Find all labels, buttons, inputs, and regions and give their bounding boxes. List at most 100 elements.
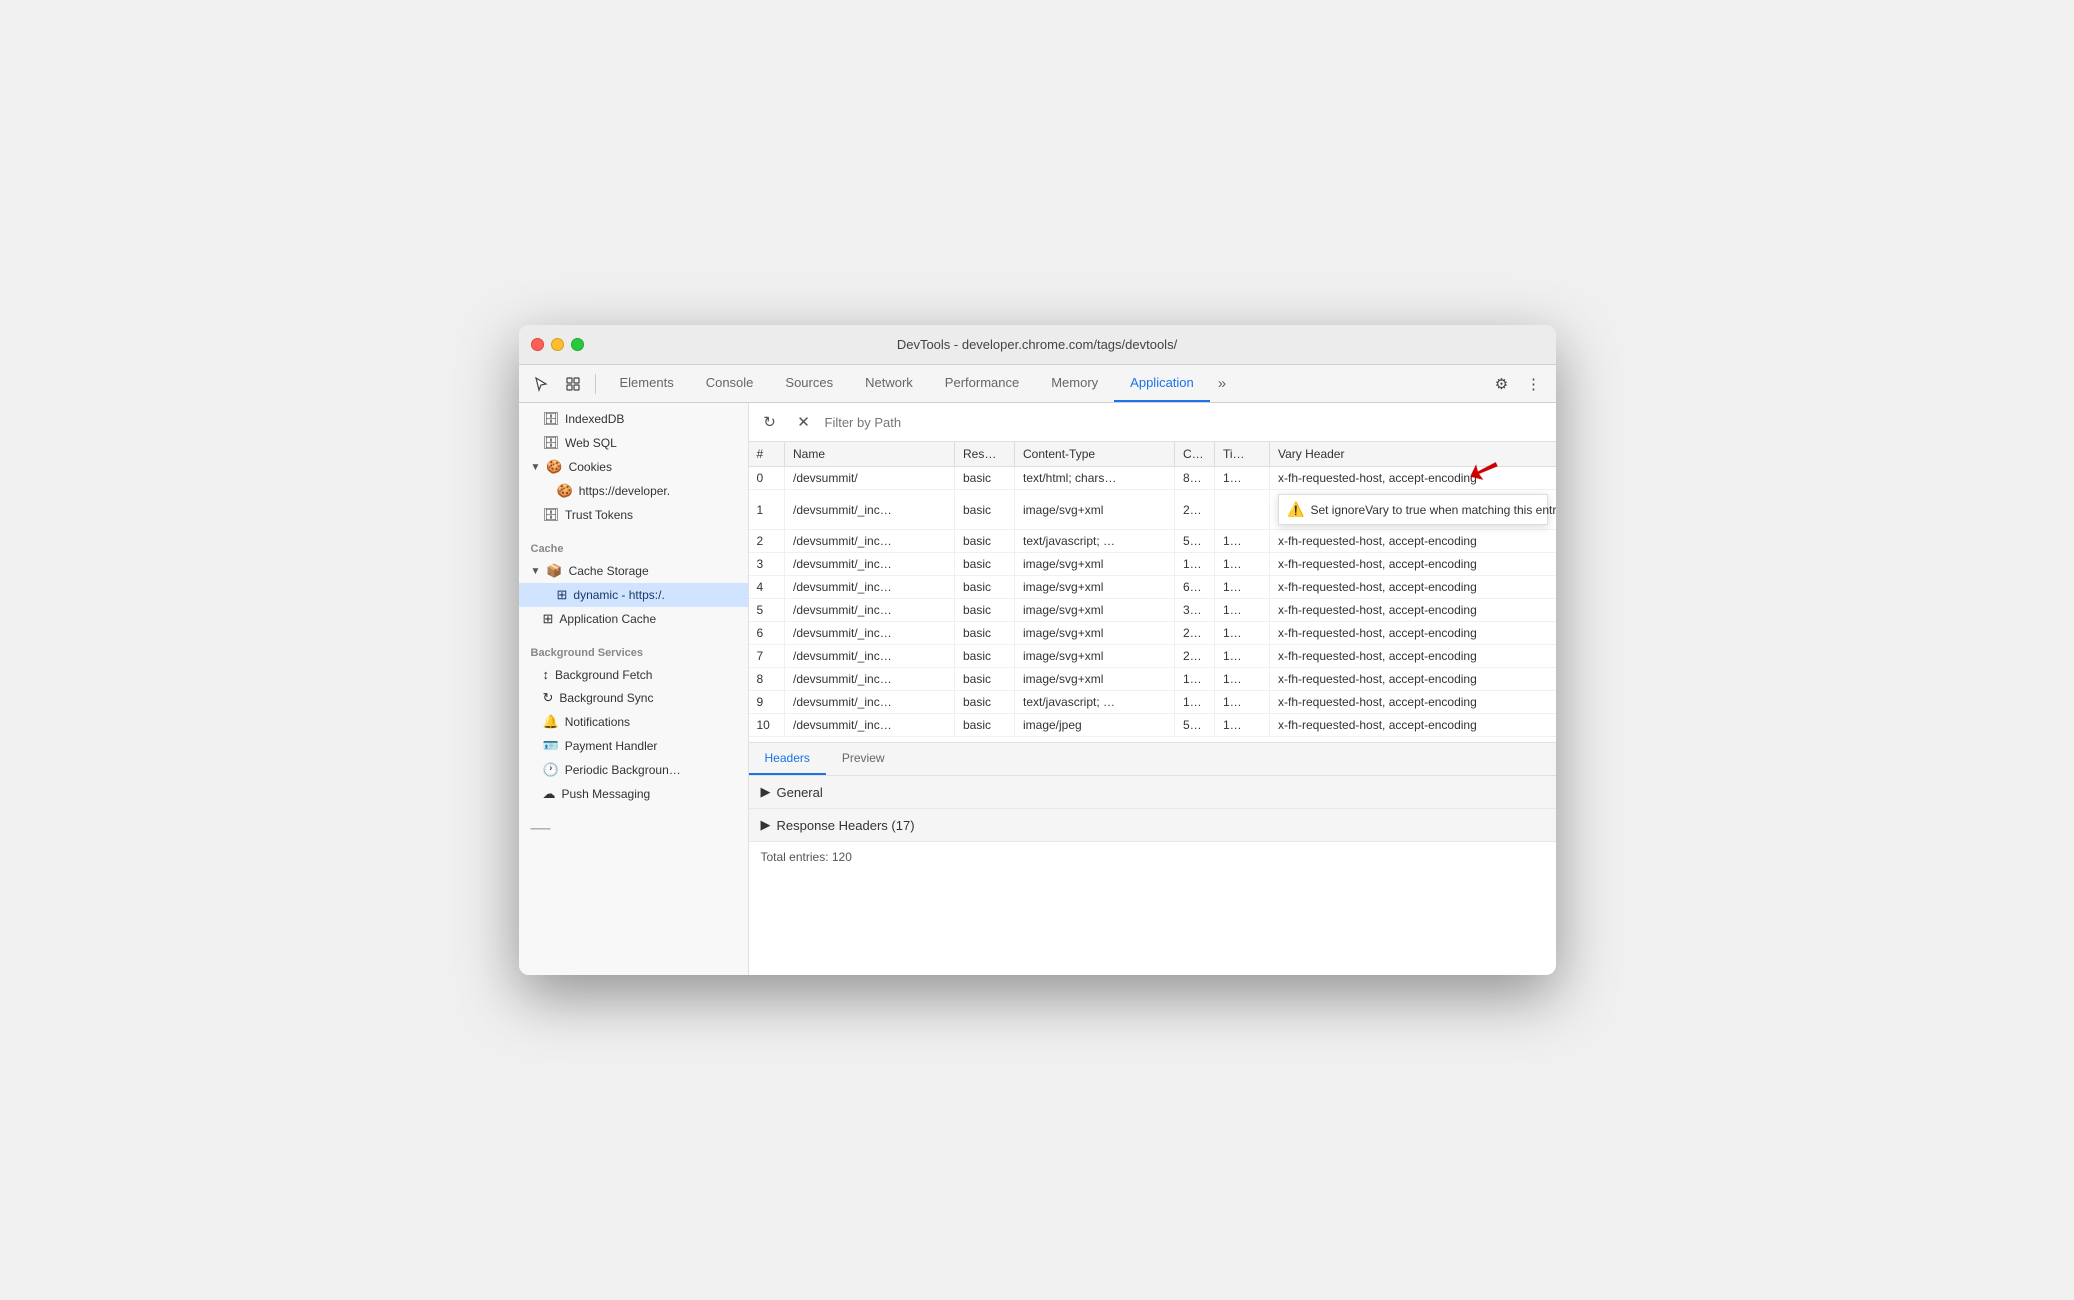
tab-bar: Elements Console Sources Network Perform…: [519, 365, 1556, 403]
inspect-icon[interactable]: [559, 370, 587, 398]
table-row[interactable]: 8 /devsummit/_inc… basic image/svg+xml 1…: [749, 668, 1556, 691]
cell-ti: 1…: [1215, 622, 1270, 645]
cookies-item-icon: 🍪: [557, 483, 573, 499]
sidebar-item-periodic-bg[interactable]: 🕐 Periodic Backgroun…: [519, 758, 748, 782]
table-row[interactable]: 3 /devsummit/_inc… basic image/svg+xml 1…: [749, 553, 1556, 576]
cell-ct: image/svg+xml: [1015, 645, 1175, 668]
col-header-name: Name: [785, 442, 955, 467]
tab-console[interactable]: Console: [690, 365, 770, 402]
table-row[interactable]: 9 /devsummit/_inc… basic text/javascript…: [749, 691, 1556, 714]
cursor-icon[interactable]: [527, 370, 555, 398]
cookies-icon: 🍪: [546, 459, 562, 475]
cell-vary: x-fh-requested-host, accept-encoding: [1270, 714, 1556, 737]
tab-performance[interactable]: Performance: [929, 365, 1035, 402]
tab-sources[interactable]: Sources: [769, 365, 849, 402]
bg-services-label: Background Services: [519, 639, 748, 663]
cell-ct: image/svg+xml: [1015, 622, 1175, 645]
settings-icon[interactable]: ⚙: [1488, 370, 1516, 398]
refresh-button[interactable]: ↻: [757, 409, 783, 435]
filter-input[interactable]: [825, 415, 1548, 430]
sidebar-item-bg-fetch[interactable]: ↕ Background Fetch: [519, 663, 748, 686]
main-tabs: Elements Console Sources Network Perform…: [604, 365, 1484, 402]
periodic-bg-icon: 🕐: [543, 762, 559, 778]
general-section-label: General: [777, 785, 823, 800]
sidebar-item-trust-tokens[interactable]: 🗄 Trust Tokens: [519, 503, 748, 527]
more-options-icon[interactable]: ⋮: [1520, 370, 1548, 398]
tab-memory[interactable]: Memory: [1035, 365, 1114, 402]
cell-num: 3: [749, 553, 785, 576]
sidebar-item-indexeddb[interactable]: 🗄 IndexedDB: [519, 407, 748, 431]
content-panel: ↻ ✕ ➘ # Name Res… Content-Type: [749, 403, 1556, 975]
clear-button[interactable]: ✕: [791, 409, 817, 435]
cell-c: 3…: [1175, 599, 1215, 622]
sidebar-item-websql[interactable]: 🗄 Web SQL: [519, 431, 748, 455]
cell-res: basic: [955, 467, 1015, 490]
cell-vary: x-fh-requested-host, accept-encoding: [1270, 622, 1556, 645]
sidebar-item-dynamic-cache[interactable]: ⊞ dynamic - https:/.: [519, 583, 748, 607]
table-row[interactable]: 6 /devsummit/_inc… basic image/svg+xml 2…: [749, 622, 1556, 645]
table-row[interactable]: 0 /devsummit/ basic text/html; chars… 8……: [749, 467, 1556, 490]
websql-icon: 🗄: [543, 435, 560, 451]
cell-ct: text/javascript; …: [1015, 691, 1175, 714]
cell-vary: ⚠️ Set ignoreVary to true when matching …: [1270, 490, 1556, 530]
minimize-button[interactable]: [551, 338, 564, 351]
cell-vary: x-fh-requested-host, accept-encoding: [1270, 553, 1556, 576]
tab-preview[interactable]: Preview: [826, 743, 901, 775]
table-row[interactable]: 1 /devsummit/_inc… basic image/svg+xml 2…: [749, 490, 1556, 530]
table-row[interactable]: 2 /devsummit/_inc… basic text/javascript…: [749, 530, 1556, 553]
bottom-content: ▶ General ▶ Response Headers (17) Total …: [749, 776, 1556, 872]
payment-handler-icon: 🪪: [543, 738, 559, 754]
maximize-button[interactable]: [571, 338, 584, 351]
sidebar-item-cookies-header[interactable]: ▼ 🍪 Cookies: [519, 455, 748, 479]
response-headers-arrow-icon: ▶: [761, 817, 771, 833]
total-entries: Total entries: 120: [749, 842, 1556, 872]
cell-ti: 1…: [1215, 668, 1270, 691]
sidebar-item-bg-sync[interactable]: ↻ Background Sync: [519, 686, 748, 710]
bg-sync-icon: ↻: [543, 690, 554, 706]
sidebar-sep-2: [519, 631, 748, 639]
table-row[interactable]: 10 /devsummit/_inc… basic image/jpeg 5… …: [749, 714, 1556, 737]
close-button[interactable]: [531, 338, 544, 351]
table-row[interactable]: 7 /devsummit/_inc… basic image/svg+xml 2…: [749, 645, 1556, 668]
title-bar: DevTools - developer.chrome.com/tags/dev…: [519, 325, 1556, 365]
general-section-header[interactable]: ▶ General: [749, 776, 1556, 809]
cell-c: 1…: [1175, 553, 1215, 576]
sidebar-item-push-messaging[interactable]: ☁ Push Messaging: [519, 782, 748, 806]
cell-num: 2: [749, 530, 785, 553]
cell-res: basic: [955, 645, 1015, 668]
bottom-tab-bar: Headers Preview: [749, 743, 1556, 776]
cell-name: /devsummit/_inc…: [785, 622, 955, 645]
app-cache-icon: ⊞: [543, 611, 554, 627]
cache-table: # Name Res… Content-Type C… Ti… Vary Hea…: [749, 442, 1556, 737]
tab-application[interactable]: Application: [1114, 365, 1210, 402]
sidebar-item-cookies-https[interactable]: 🍪 https://developer.: [519, 479, 748, 503]
sidebar-item-app-cache[interactable]: ⊞ Application Cache: [519, 607, 748, 631]
tab-elements[interactable]: Elements: [604, 365, 690, 402]
more-tabs-button[interactable]: »: [1210, 365, 1234, 402]
cell-res: basic: [955, 530, 1015, 553]
sidebar-item-label: Periodic Backgroun…: [565, 763, 681, 777]
window-title: DevTools - developer.chrome.com/tags/dev…: [897, 337, 1177, 352]
sidebar-item-label: Web SQL: [565, 436, 617, 450]
tab-network[interactable]: Network: [849, 365, 929, 402]
cell-c: 5…: [1175, 530, 1215, 553]
sidebar-item-payment-handler[interactable]: 🪪 Payment Handler: [519, 734, 748, 758]
cell-ct: image/svg+xml: [1015, 668, 1175, 691]
cell-c: 2…: [1175, 490, 1215, 530]
table-row[interactable]: 5 /devsummit/_inc… basic image/svg+xml 3…: [749, 599, 1556, 622]
cell-res: basic: [955, 691, 1015, 714]
table-row[interactable]: 4 /devsummit/_inc… basic image/svg+xml 6…: [749, 576, 1556, 599]
sidebar-item-label: Background Sync: [559, 691, 653, 705]
warning-icon: ⚠️: [1287, 501, 1304, 518]
cell-res: basic: [955, 599, 1015, 622]
cell-ti: 1…: [1215, 714, 1270, 737]
response-headers-section-header[interactable]: ▶ Response Headers (17): [749, 809, 1556, 842]
tab-headers[interactable]: Headers: [749, 743, 826, 775]
cell-vary: x-fh-requested-host, accept-encoding: [1270, 467, 1556, 490]
cache-section-label: Cache: [519, 535, 748, 559]
col-header-res: Res…: [955, 442, 1015, 467]
cell-c: 2…: [1175, 645, 1215, 668]
cell-name: /devsummit/_inc…: [785, 553, 955, 576]
sidebar-item-notifications[interactable]: 🔔 Notifications: [519, 710, 748, 734]
sidebar-item-cache-storage[interactable]: ▼ 📦 Cache Storage: [519, 559, 748, 583]
